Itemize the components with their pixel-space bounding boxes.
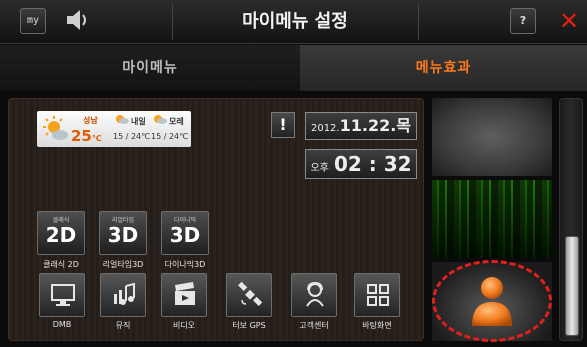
header-divider <box>418 4 419 40</box>
app-label: 터보 GPS <box>232 321 266 330</box>
sun-cloud-icon <box>43 116 68 140</box>
app-button-music[interactable] <box>100 273 146 317</box>
title-bar: my 마이메뉴 설정 ? ✕ <box>0 0 587 44</box>
close-button[interactable]: ✕ <box>556 7 582 35</box>
app-label: 뮤직 <box>115 321 131 330</box>
time-value: 02 : 32 <box>333 152 412 176</box>
weather-day-after-label: 모레 <box>169 117 184 126</box>
menu-preview-panel: 성남 25℃ 내일 15 / 24℃ 모레 15 / 24℃ ! 2012.11… <box>8 98 424 341</box>
volume-button[interactable] <box>60 8 94 34</box>
time-display: 오후 02 : 32 <box>305 149 417 179</box>
speaker-icon <box>67 10 86 30</box>
weather-tomorrow-label: 내일 <box>131 117 146 126</box>
music-icon <box>114 282 135 305</box>
effect-thumbnail-list <box>432 98 552 342</box>
app-label: 바탕화면 <box>362 321 392 330</box>
app-button-desktop[interactable] <box>354 273 400 317</box>
app-label: 고객센터 <box>299 321 329 330</box>
header-divider <box>172 4 173 40</box>
tab-menu-effect[interactable]: 메뉴효과 <box>300 45 587 91</box>
mode-label: 리얼타임3D <box>102 260 144 269</box>
app-label: 비디오 <box>172 321 196 330</box>
mode-small-label: 클래식 <box>52 217 70 224</box>
app-button-turbo-gps[interactable] <box>226 273 272 317</box>
mode-big-label: 3D <box>169 223 201 247</box>
clapperboard-icon <box>175 282 195 305</box>
sun-cloud-icon <box>116 115 129 124</box>
weather-city: 성남 <box>83 116 98 125</box>
mode-big-label: 3D <box>107 223 139 247</box>
mode-small-label: 다이나믹 <box>173 217 197 224</box>
mode-button-classic-2d[interactable]: 클래식 2D <box>37 211 85 255</box>
satellite-icon <box>238 281 263 306</box>
app-button-dmb[interactable] <box>39 273 85 317</box>
time-ampm: 오후 <box>310 163 329 174</box>
app-button-customer-center[interactable] <box>291 273 337 317</box>
mode-small-label: 리얼타임 <box>111 217 135 224</box>
mode-button-dynamic-3d[interactable]: 다이나믹 3D <box>161 211 209 255</box>
customer-center-icon <box>306 281 324 307</box>
mode-label: 클래식 2D <box>43 260 79 269</box>
weather-day-after-temps: 15 / 24℃ <box>151 132 189 141</box>
weather-temp: 25℃ <box>71 127 102 145</box>
app-label: DMB <box>52 320 72 329</box>
effect-thumbnail-dark-texture[interactable] <box>432 98 552 176</box>
weather-widget[interactable]: 성남 25℃ 내일 15 / 24℃ 모레 15 / 24℃ <box>37 111 191 147</box>
weather-tomorrow-temps: 15 / 24℃ <box>113 132 151 141</box>
tab-my-menu[interactable]: 마이메뉴 <box>0 45 300 91</box>
app-button-video[interactable] <box>161 273 207 317</box>
scrollbar-thumb[interactable] <box>565 236 579 336</box>
mode-label: 다이나믹3D <box>164 260 206 269</box>
mode-button-realtime-3d[interactable]: 리얼타임 3D <box>99 211 147 255</box>
effect-thumbnail-bamboo[interactable] <box>432 180 552 258</box>
selection-highlight <box>432 260 552 342</box>
alert-button[interactable]: ! <box>271 112 295 138</box>
help-button[interactable]: ? <box>510 8 536 34</box>
sun-cloud-icon <box>154 115 167 124</box>
date-display: 2012.11.22.목 <box>305 112 417 140</box>
date-year: 2012. <box>310 123 340 134</box>
grid-icon <box>367 284 389 306</box>
mode-big-label: 2D <box>45 223 77 247</box>
tab-bar: 마이메뉴 메뉴효과 <box>0 45 587 91</box>
tv-icon <box>51 284 75 306</box>
page-title: 마이메뉴 설정 <box>242 11 348 32</box>
date-day: 11.22.목 <box>339 116 412 135</box>
my-button[interactable]: my <box>20 8 46 34</box>
